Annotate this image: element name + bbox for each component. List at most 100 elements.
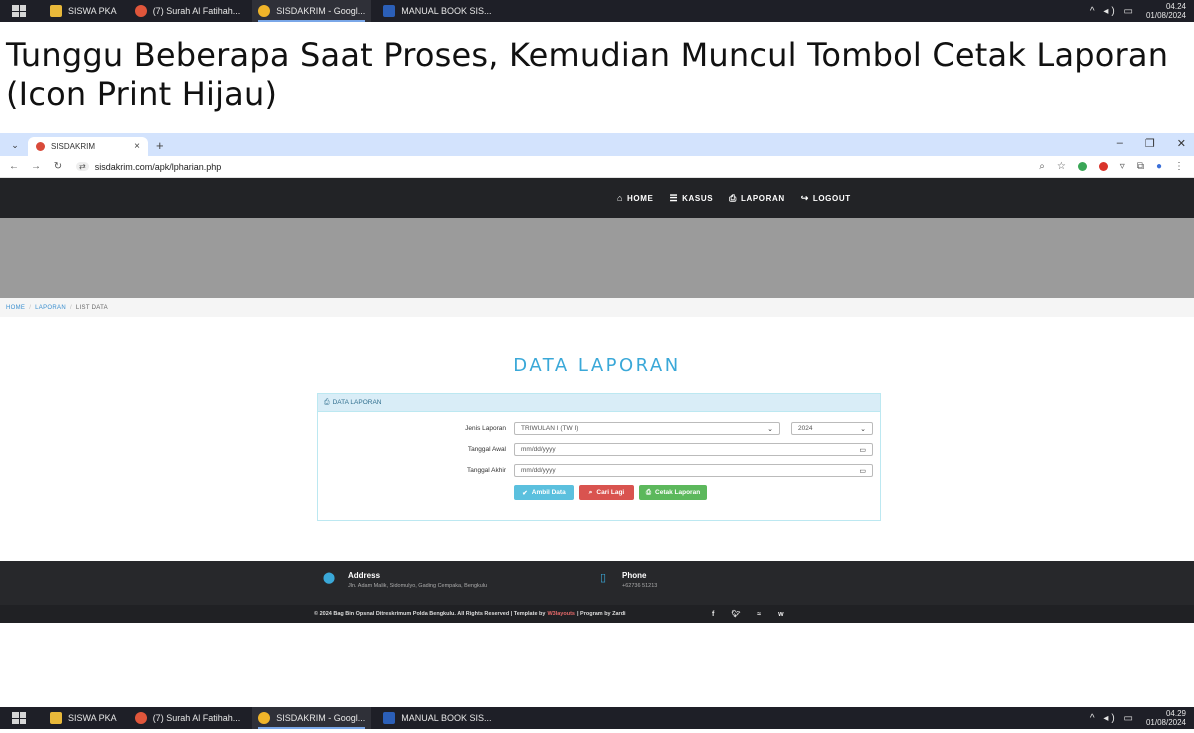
tanggal-akhir-label: Tanggal Akhir <box>466 467 506 474</box>
taskbar-item-sisdakrim[interactable]: SISDAKRIM - Googl... <box>252 707 372 729</box>
clock[interactable]: 04.29 01/08/2024 <box>1146 709 1186 727</box>
minimize-icon[interactable]: – <box>1117 137 1123 150</box>
tray-icons[interactable]: ^ ◂) ▭ <box>1090 6 1136 17</box>
clock[interactable]: 04.24 01/08/2024 <box>1146 2 1186 20</box>
profile-avatar-icon[interactable]: ● <box>1156 161 1162 172</box>
clock-time: 04.24 <box>1165 2 1186 11</box>
taskbar-item-sisdakrim[interactable]: SISDAKRIM - Googl... <box>252 0 372 22</box>
site-info-icon[interactable]: ⇄ <box>76 162 89 171</box>
template-link[interactable]: W3layouts <box>547 611 575 617</box>
system-tray: ^ ◂) ▭ 04.24 01/08/2024 <box>1090 2 1194 20</box>
taskbar-item-manual-book[interactable]: MANUAL BOOK SIS... <box>377 707 497 729</box>
tahun-value: 2024 <box>798 425 813 432</box>
taskbar-item-siswa-pka[interactable]: SISWA PKA <box>44 707 123 729</box>
vk-icon[interactable]: w <box>778 611 783 618</box>
window-controls: – ❐ ✕ <box>1117 137 1186 150</box>
extension-icon[interactable]: ▿ <box>1120 161 1125 172</box>
tanggal-awal-input[interactable]: mm/dd/yyyy ▭ <box>514 443 873 456</box>
menu-kebab-icon[interactable]: ⋮ <box>1174 161 1184 172</box>
taskbar-item-label: SISWA PKA <box>68 6 117 16</box>
tab-search-icon[interactable]: ⌄ <box>6 136 24 154</box>
new-tab-icon[interactable]: + <box>156 138 164 153</box>
tanggal-awal-label: Tanggal Awal <box>467 446 506 453</box>
extensions-puzzle-icon[interactable]: ⧉ <box>1137 161 1144 172</box>
tab-close-icon[interactable]: × <box>134 141 140 152</box>
system-tray: ^ ◂) ▭ 04.29 01/08/2024 <box>1090 709 1194 727</box>
jenis-laporan-value: TRIWULAN I (TW I) <box>521 425 579 432</box>
taskbar-item-siswa-pka[interactable]: SISWA PKA <box>44 0 123 22</box>
nav-home-label: HOME <box>627 193 654 203</box>
chevron-down-icon: ⌄ <box>767 425 773 433</box>
nav-logout-label: LOGOUT <box>812 193 851 203</box>
url-text: sisdakrim.com/apk/lpharian.php <box>94 161 222 172</box>
tab-sisdakrim[interactable]: SISDAKRIM × <box>28 137 148 156</box>
taskbar-item-surah[interactable]: (7) Surah Al Fatihah... <box>129 0 247 22</box>
nav-kasus-label: KASUS <box>682 193 714 203</box>
bookmark-star-icon[interactable]: ☆ <box>1057 161 1066 172</box>
calendar-icon[interactable]: ▭ <box>859 446 866 454</box>
zoom-icon[interactable]: ⌕ <box>1039 161 1045 172</box>
home-icon: ⌂ <box>617 193 624 203</box>
nav-kasus[interactable]: ☰ KASUS <box>669 193 713 204</box>
tray-icons[interactable]: ^ ◂) ▭ <box>1090 713 1136 724</box>
forward-icon[interactable]: → <box>28 161 44 172</box>
hero-banner <box>0 218 1194 298</box>
ambil-data-button[interactable]: ✔ Ambil Data <box>514 485 574 500</box>
cari-lagi-label: Cari Lagi <box>596 489 625 496</box>
site-navbar: ⌂ HOME ☰ KASUS ⎙ LAPORAN ↪ LOGOUT <box>0 178 1194 218</box>
nav-home[interactable]: ⌂ HOME <box>617 193 653 203</box>
print-icon: ⎙ <box>324 398 330 406</box>
clock-time: 04.29 <box>1165 709 1186 718</box>
word-icon <box>383 712 396 724</box>
close-window-icon[interactable]: ✕ <box>1177 137 1186 150</box>
nav-laporan[interactable]: ⎙ LAPORAN <box>729 193 785 204</box>
extension-shield-icon[interactable] <box>1077 162 1087 171</box>
cari-lagi-button[interactable]: ⌕ Cari Lagi <box>579 485 634 500</box>
breadcrumb: HOME / LAPORAN / LIST DATA <box>0 298 1194 317</box>
panel-heading: ⎙ DATA LAPORAN <box>318 394 880 412</box>
chevron-down-icon: ⌄ <box>860 425 866 433</box>
taskbar-top: SISWA PKA (7) Surah Al Fatihah... SISDAK… <box>0 0 1194 22</box>
phone-title: Phone <box>622 571 647 580</box>
taskbar-item-label: SISWA PKA <box>68 713 117 723</box>
footer-copyright: © 2024 Bag Bin Opsnal Ditreskrimum Polda… <box>0 605 1194 623</box>
breadcrumb-separator: / <box>69 304 72 311</box>
ambil-data-label: Ambil Data <box>531 489 566 496</box>
restore-icon[interactable]: ❐ <box>1145 137 1155 150</box>
extension-red-icon[interactable] <box>1098 162 1108 171</box>
check-icon: ✔ <box>522 489 528 497</box>
taskbar-item-manual-book[interactable]: MANUAL BOOK SIS... <box>377 0 497 22</box>
taskbar-item-surah[interactable]: (7) Surah Al Fatihah... <box>129 707 247 729</box>
logout-icon: ↪ <box>800 192 809 203</box>
breadcrumb-home[interactable]: HOME <box>6 305 25 311</box>
twitter-icon[interactable]: 🐦︎ <box>731 610 740 618</box>
page-title: DATA LAPORAN <box>513 355 681 376</box>
clock-date: 01/08/2024 <box>1145 718 1186 727</box>
facebook-icon[interactable]: f <box>712 611 714 618</box>
reload-icon[interactable]: ↻ <box>50 161 66 172</box>
cetak-laporan-label: Cetak Laporan <box>655 489 701 496</box>
word-icon <box>383 5 396 17</box>
rss-icon[interactable]: ≈ <box>757 611 761 618</box>
cetak-laporan-button[interactable]: ⎙ Cetak Laporan <box>639 485 707 500</box>
tanggal-akhir-input[interactable]: mm/dd/yyyy ▭ <box>514 464 873 477</box>
back-icon[interactable]: ← <box>6 161 22 172</box>
jenis-laporan-select[interactable]: TRIWULAN I (TW I) ⌄ <box>514 422 780 435</box>
calendar-icon[interactable]: ▭ <box>859 467 866 475</box>
tahun-select[interactable]: 2024 ⌄ <box>791 422 873 435</box>
taskbar-item-label: MANUAL BOOK SIS... <box>401 713 492 723</box>
browser-icon <box>134 712 147 724</box>
url-field[interactable]: ⇄ sisdakrim.com/apk/lpharian.php <box>76 158 1039 176</box>
taskbar-item-label: SISDAKRIM - Googl... <box>276 713 366 723</box>
nav-logout[interactable]: ↪ LOGOUT <box>801 193 851 204</box>
taskbar-item-label: (7) Surah Al Fatihah... <box>152 6 241 16</box>
browser-icon <box>134 5 147 17</box>
windows-start-icon[interactable] <box>12 712 26 724</box>
chrome-icon <box>258 5 271 17</box>
tanggal-akhir-placeholder: mm/dd/yyyy <box>521 467 556 474</box>
tab-strip: ⌄ SISDAKRIM × + – ❐ ✕ <box>0 133 1194 156</box>
breadcrumb-laporan[interactable]: LAPORAN <box>35 305 66 311</box>
windows-start-icon[interactable] <box>12 5 26 17</box>
nav-laporan-label: LAPORAN <box>740 193 785 203</box>
search-icon: ⌕ <box>588 488 593 496</box>
